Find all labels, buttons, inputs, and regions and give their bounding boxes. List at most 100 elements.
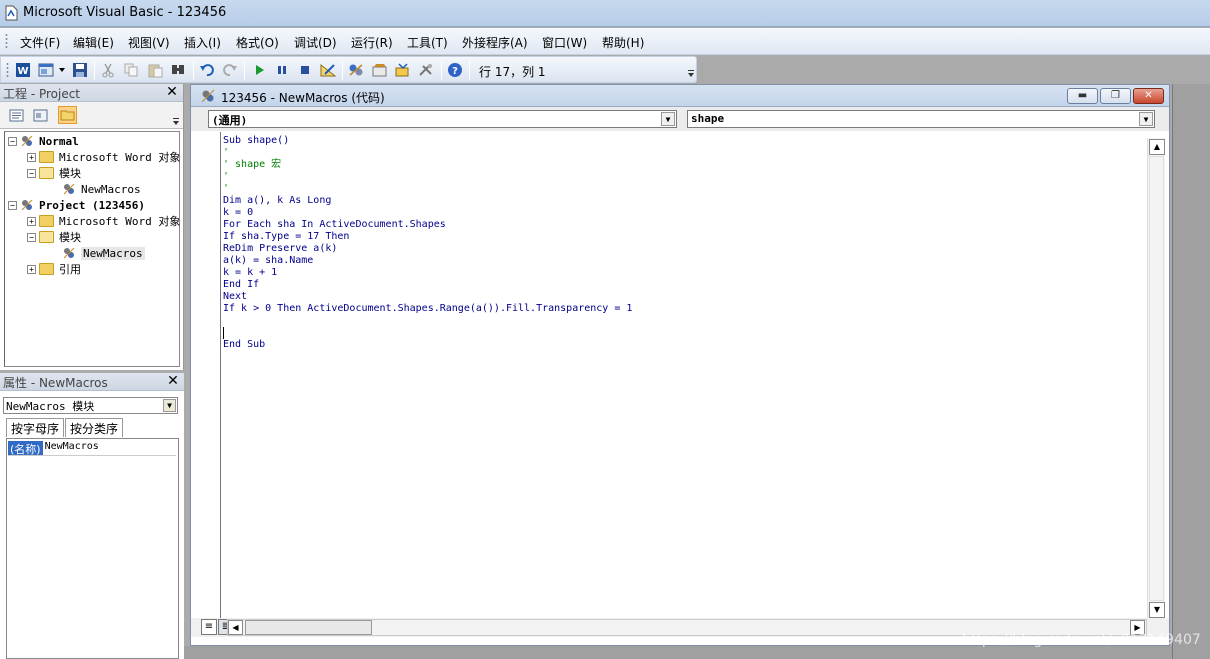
panel-options-icon[interactable]	[172, 117, 180, 126]
procedure-view-icon[interactable]: ≡	[201, 619, 217, 635]
code-line[interactable]: End If	[223, 279, 1145, 291]
restore-button[interactable]: ❐	[1100, 88, 1131, 104]
collapse-icon[interactable]: −	[27, 168, 36, 178]
code-line[interactable]: If sha.Type = 17 Then	[223, 231, 1145, 243]
insert-userform-icon[interactable]	[37, 61, 55, 79]
break-icon[interactable]	[273, 61, 291, 79]
menu-tools[interactable]: 工具(T)	[407, 34, 448, 51]
save-icon[interactable]	[71, 61, 89, 79]
code-line[interactable]: k = k + 1	[223, 267, 1145, 279]
toolbox-icon[interactable]	[417, 61, 435, 79]
menu-insert[interactable]: 插入(I)	[184, 34, 221, 51]
expand-icon[interactable]: +	[27, 152, 36, 162]
code-line[interactable]: '	[223, 171, 1145, 183]
code-line[interactable]: Next	[223, 291, 1145, 303]
cut-icon[interactable]	[99, 61, 117, 79]
menu-addins[interactable]: 外接程序(A)	[462, 34, 528, 51]
folder-icon	[39, 151, 54, 163]
tree-label: Normal	[39, 134, 79, 148]
tree-node-normal[interactable]: − Normal	[8, 133, 79, 149]
tab-categorized[interactable]: 按分类序	[65, 418, 124, 437]
project-tree: − Normal + Microsoft Word 对象 − 模块 NewMac…	[4, 131, 180, 367]
copy-icon[interactable]	[122, 61, 140, 79]
property-value[interactable]: NewMacros	[43, 441, 99, 455]
view-code-icon[interactable]	[7, 106, 26, 124]
code-line[interactable]: '	[223, 147, 1145, 159]
find-icon[interactable]	[169, 61, 187, 79]
toggle-folders-icon[interactable]	[58, 106, 77, 124]
object-browser-icon[interactable]	[394, 61, 412, 79]
tree-node-modules[interactable]: − 模块	[27, 165, 81, 181]
toolbar-options-icon[interactable]	[687, 69, 695, 79]
code-line[interactable]: Dim a(), k As Long	[223, 195, 1145, 207]
vertical-scrollbar[interactable]: ▲ ▼	[1147, 138, 1165, 620]
code-line[interactable]: '	[223, 183, 1145, 195]
tree-node-newmacros[interactable]: NewMacros	[59, 245, 145, 261]
redo-icon[interactable]	[221, 61, 239, 79]
close-icon[interactable]: ✕	[164, 84, 180, 100]
design-mode-icon[interactable]	[319, 61, 337, 79]
tab-alphabetic[interactable]: 按字母序	[6, 418, 65, 437]
menu-format[interactable]: 格式(O)	[236, 34, 279, 51]
procedure-combo[interactable]: shape ▼	[687, 110, 1155, 128]
tree-node-modules[interactable]: − 模块	[27, 229, 81, 245]
object-combo[interactable]: (通用) ▼	[208, 110, 677, 128]
menu-debug[interactable]: 调试(D)	[294, 34, 337, 51]
collapse-icon[interactable]: −	[8, 136, 17, 146]
close-button[interactable]: ✕	[1133, 88, 1164, 104]
help-icon[interactable]: ?	[446, 61, 464, 79]
insert-dropdown-icon[interactable]	[57, 61, 67, 79]
scrollbar-thumb[interactable]	[1149, 156, 1164, 601]
tree-node-references[interactable]: + 引用	[27, 261, 81, 277]
code-line[interactable]: a(k) = sha.Name	[223, 255, 1145, 267]
toolbar-separator	[469, 61, 470, 80]
chevron-down-icon[interactable]: ▼	[163, 399, 176, 412]
margin-indicator-bar[interactable]	[199, 132, 221, 618]
menu-file[interactable]: 文件(F)	[20, 34, 60, 51]
close-icon[interactable]: ✕	[165, 373, 181, 389]
property-row-name[interactable]: (名称) NewMacros	[8, 441, 176, 456]
tree-node-word-objects[interactable]: + Microsoft Word 对象	[27, 149, 180, 165]
code-line[interactable]: For Each sha In ActiveDocument.Shapes	[223, 219, 1145, 231]
project-explorer-icon[interactable]	[347, 61, 365, 79]
code-editor[interactable]: Sub shape() ' ' shape 宏 ' ' Dim a(), k As Lon…	[223, 135, 1145, 617]
menu-edit[interactable]: 编辑(E)	[73, 34, 114, 51]
menubar-grip[interactable]	[5, 33, 8, 50]
menu-view[interactable]: 视图(V)	[128, 34, 170, 51]
scroll-up-icon[interactable]: ▲	[1149, 139, 1165, 155]
tree-node-project[interactable]: − Project (123456)	[8, 197, 145, 213]
code-line-caret[interactable]	[223, 327, 1145, 339]
object-select[interactable]: NewMacros 模块 ▼	[3, 397, 178, 414]
code-line[interactable]: ' shape 宏	[223, 159, 1145, 171]
code-line[interactable]: Sub shape()	[223, 135, 1145, 147]
scrollbar-thumb[interactable]	[245, 620, 372, 635]
reset-icon[interactable]	[296, 61, 314, 79]
run-icon[interactable]	[250, 61, 268, 79]
code-line[interactable]: If k > 0 Then ActiveDocument.Shapes.Rang…	[223, 303, 1145, 315]
code-line[interactable]: End Sub	[223, 339, 1145, 351]
scroll-left-icon[interactable]: ◀	[228, 620, 243, 635]
collapse-icon[interactable]: −	[27, 232, 36, 242]
collapse-icon[interactable]: −	[8, 200, 17, 210]
menu-help[interactable]: 帮助(H)	[602, 34, 644, 51]
tree-node-word-objects[interactable]: + Microsoft Word 对象	[27, 213, 180, 229]
tree-node-newmacros[interactable]: NewMacros	[59, 181, 141, 197]
expand-icon[interactable]: +	[27, 264, 36, 274]
expand-icon[interactable]: +	[27, 216, 36, 226]
undo-icon[interactable]	[198, 61, 216, 79]
code-line[interactable]: ReDim Preserve a(k)	[223, 243, 1145, 255]
menu-window[interactable]: 窗口(W)	[542, 34, 587, 51]
scroll-down-icon[interactable]: ▼	[1149, 602, 1165, 618]
word-icon[interactable]: W	[14, 61, 32, 79]
minimize-button[interactable]: ▬	[1067, 88, 1098, 104]
code-line[interactable]	[223, 315, 1145, 327]
view-object-icon[interactable]	[31, 106, 50, 124]
paste-icon[interactable]	[146, 61, 164, 79]
properties-window-icon[interactable]	[371, 61, 389, 79]
code-line[interactable]: k = 0	[223, 207, 1145, 219]
chevron-down-icon[interactable]: ▼	[1139, 112, 1153, 126]
toolbar-grip[interactable]	[6, 62, 9, 79]
menu-run[interactable]: 运行(R)	[351, 34, 393, 51]
chevron-down-icon[interactable]: ▼	[661, 112, 675, 126]
vba-project-icon	[21, 135, 33, 147]
